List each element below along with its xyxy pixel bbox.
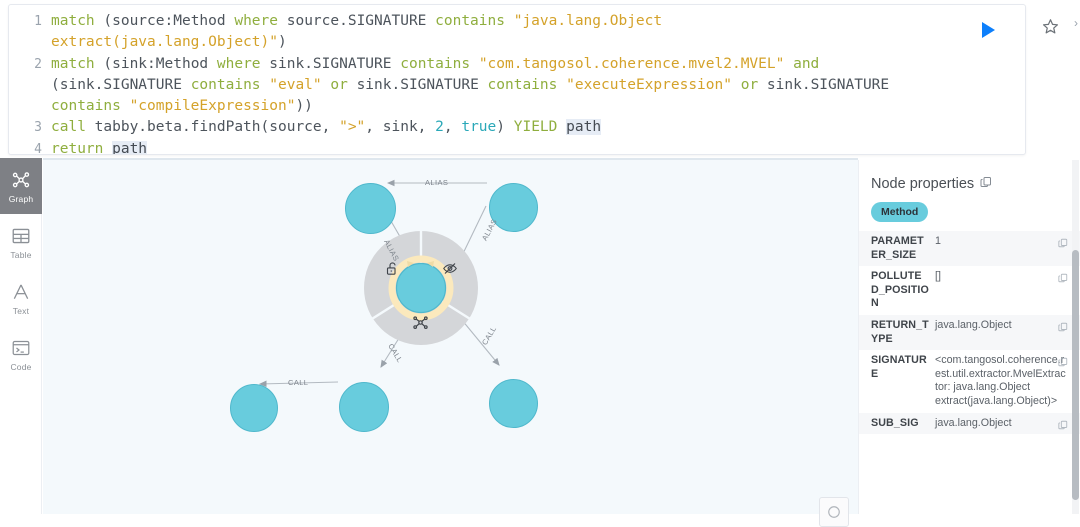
property-row: RETURN_TYPE java.lang.Object [859,314,1080,351]
property-row: SUB_SIG java.lang.Object [859,412,1080,435]
code-text: (sink.SIGNATURE contains "eval" or sink.… [51,76,890,93]
node-properties-header: Node properties [859,160,1080,192]
property-key: RETURN_TYPE [871,318,929,345]
editor-expand-chevron[interactable]: › [1074,16,1080,36]
property-value: 1 [935,235,941,247]
code-text: match (sink:Method where sink.SIGNATURE … [51,55,820,72]
sidebar-item-code[interactable]: Code [0,326,42,382]
property-row: SIGNATURE <com.tangosol.coherence.rest.ut… [859,350,1080,412]
sidebar-item-text[interactable]: Text [0,270,42,326]
table-icon [11,225,31,247]
line-number: 3 [34,120,42,136]
graph-node[interactable] [339,382,389,432]
line-number: 4 [34,141,42,155]
code-text: match (source:Method where source.SIGNAT… [51,13,663,29]
property-key: SIGNATURE [871,354,927,380]
query-code-area[interactable]: 1 match (source:Method where source.SIGNA… [9,11,965,155]
zoom-icon [828,506,840,518]
copy-icon[interactable] [1058,319,1068,337]
code-line: (sink.SIGNATURE contains "eval" or sink.… [9,75,965,96]
eye-off-icon[interactable] [442,261,458,281]
code-text: return path [51,140,148,155]
copy-icon[interactable] [1058,270,1068,288]
star-icon [1042,18,1058,33]
code-line: 1 match (source:Method where source.SIGNA… [9,11,965,32]
query-editor-region: 1 match (source:Method where source.SIGNA… [0,0,1080,158]
property-row: PARAMETER_SIZE 1 [859,231,1080,267]
graph-canvas[interactable]: ALIAS ALIAS ALIAS CALL CALL CALL [43,160,858,514]
graph-node[interactable] [345,183,396,234]
favorite-button[interactable] [1038,14,1062,38]
query-editor-card[interactable]: 1 match (source:Method where source.SIGNA… [8,4,1026,155]
property-rows: PARAMETER_SIZE 1 POLLUTED_POSITION [] RETURN… [859,231,1080,435]
edge-label: ALIAS [425,178,449,187]
line-number: 1 [34,14,42,29]
run-query-button[interactable] [975,17,1001,43]
status-badge[interactable]: Method [871,202,929,222]
graph-icon [11,169,31,191]
copy-icon[interactable] [1058,235,1068,253]
property-key: PARAMETER_SIZE [871,235,924,261]
copy-icon[interactable] [980,176,992,192]
sidebar-item-label: Code [10,361,32,372]
page-title: Node properties [871,176,975,192]
edge-label: CALL [288,378,309,387]
sidebar-item-label: Table [10,249,32,260]
node-radial-menu[interactable] [363,230,479,346]
code-line: extract(java.lang.Object)") [9,32,965,53]
code-line: 2 match (sink:Method where sink.SIGNATURE… [9,54,965,75]
graph-node[interactable] [489,379,538,428]
property-value: java.lang.Object [935,318,1012,331]
expand-graph-icon[interactable] [412,314,429,336]
property-value: [] [935,270,941,283]
play-icon [982,22,995,38]
code-icon [11,337,31,359]
properties-scrollbar-thumb[interactable] [1072,250,1079,500]
node-properties-panel: Node properties › Method PARAMETER_SIZE1… [858,160,1080,514]
text-icon [11,281,31,303]
property-key: POLLUTED_POSITION [871,270,929,310]
sidebar-item-label: Text [12,305,30,316]
code-line: 3 call tabby.beta.findPath(source, ">", s… [9,117,965,138]
graph-node[interactable] [230,384,278,432]
sidebar-item-graph[interactable]: Graph [0,158,42,214]
code-text: contains "compileExpression")) [51,98,313,115]
property-key: SUB_SIG [871,416,919,429]
code-line: contains "compileExpression")) [9,96,965,117]
code-text: call tabby.beta.findPath(source, ">", si… [51,119,602,136]
graph-zoom-button[interactable] [819,497,849,527]
copy-icon[interactable] [1058,354,1068,372]
sidebar-item-table[interactable]: Table [0,214,42,270]
property-row: POLLUTED_POSITION [] [859,266,1080,315]
sidebar-item-label: Graph [8,193,34,204]
property-value: java.lang.Object [935,416,1012,429]
code-line: 4 return path [9,139,965,155]
code-text: extract(java.lang.Object)") [51,34,287,51]
property-value: <com.tangosol.coherence.rest.util.extrac… [935,354,1066,407]
copy-icon[interactable] [1058,417,1068,435]
unlock-icon[interactable] [385,261,400,281]
line-number: 2 [34,56,42,72]
view-mode-rail: Graph Table Text Code [0,158,42,514]
node-label-row: Method [859,192,1080,231]
